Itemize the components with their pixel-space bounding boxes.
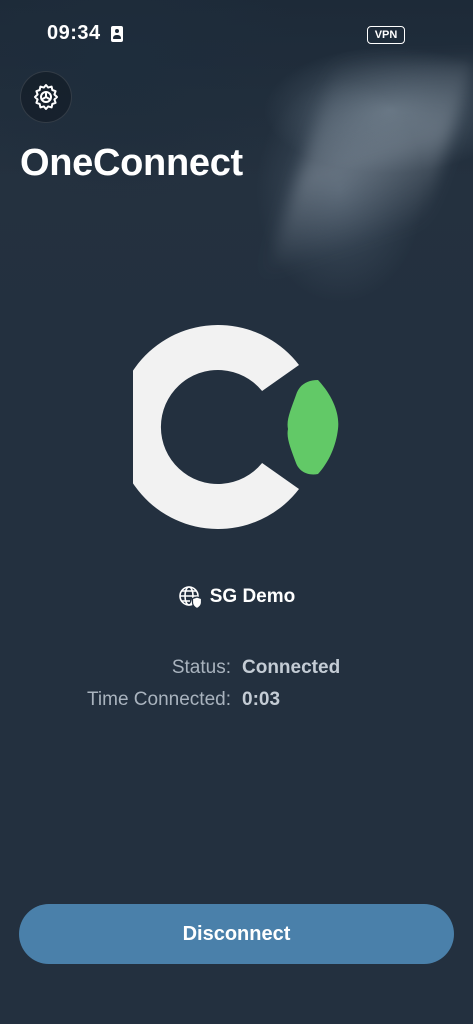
id-card-icon [111,26,123,42]
status-label: Status: [171,657,231,678]
disconnect-button[interactable]: Disconnect [19,904,454,964]
app-title: OneConnect [20,142,243,184]
time-connected-row: Time Connected: 0:03 [0,689,473,715]
oneconnect-logo-icon [133,325,339,529]
time-connected-value: 0:03 [242,689,281,710]
status-bar: 09:34 VPN [0,0,473,70]
status-value: Connected [242,657,341,678]
status-time: 09:34 [47,22,101,44]
logo-ring [133,325,299,529]
logo-accent [287,380,339,475]
settings-button[interactable] [20,71,72,123]
server-selector[interactable]: SG Demo [0,585,473,609]
globe-shield-icon [178,586,202,609]
server-name: SG Demo [209,586,296,607]
vpn-badge: VPN [367,26,405,44]
time-connected-label: Time Connected: [87,689,231,710]
status-row: Status: Connected [0,657,473,683]
gear-icon [34,84,58,110]
